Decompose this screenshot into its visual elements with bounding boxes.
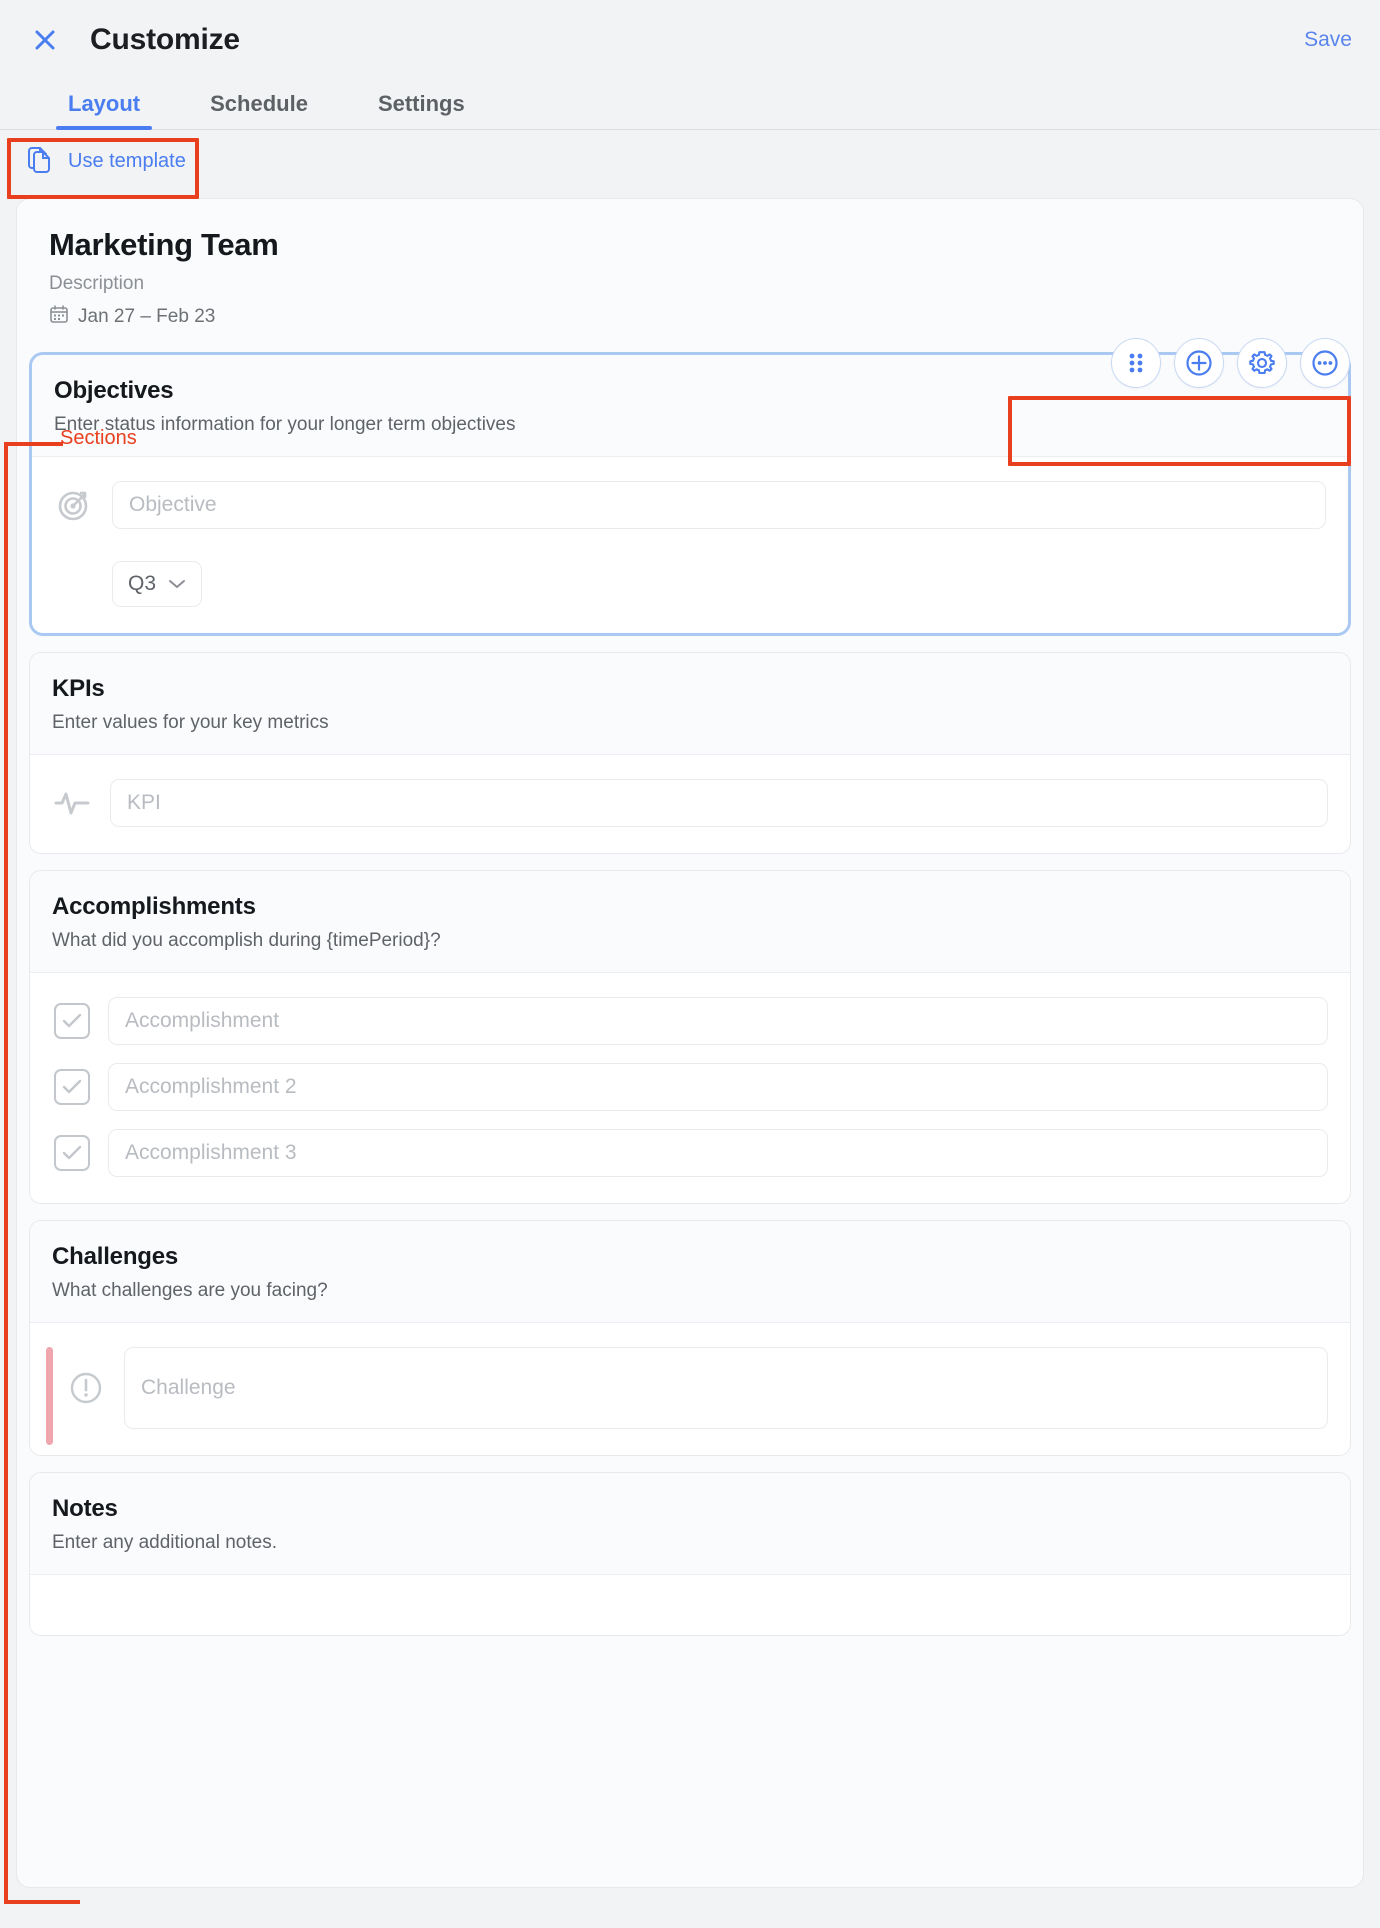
checkbox-icon[interactable] <box>54 1135 90 1171</box>
quarter-dropdown[interactable]: Q3 <box>112 561 203 607</box>
section-body <box>30 973 1350 1203</box>
accomplishment-row <box>52 997 1328 1045</box>
section-subtitle: Enter any additional notes. <box>52 1532 277 1553</box>
section-header: Challenges What challenges are you facin… <box>30 1221 1350 1323</box>
section-body: Q3 <box>32 457 1348 633</box>
section-notes[interactable]: Notes Enter any additional notes. <box>29 1472 1351 1636</box>
section-kpis[interactable]: KPIs Enter values for your key metrics <box>29 652 1351 854</box>
section-subtitle: Enter status information for your longer… <box>54 414 516 435</box>
save-button[interactable]: Save <box>1304 28 1352 52</box>
template-row: Use template <box>0 130 1380 192</box>
section-toolbar <box>1111 338 1350 388</box>
tab-schedule[interactable]: Schedule <box>204 91 314 129</box>
section-title: Accomplishments <box>52 893 256 920</box>
close-icon[interactable] <box>28 23 62 57</box>
tab-settings[interactable]: Settings <box>372 91 471 129</box>
section-header: Notes Enter any additional notes. <box>30 1473 1350 1575</box>
copy-document-icon <box>26 144 54 179</box>
objective-row <box>54 481 1326 529</box>
alert-circle-icon <box>66 1368 106 1408</box>
checkbox-icon[interactable] <box>54 1003 90 1039</box>
plus-circle-icon[interactable] <box>1174 338 1224 388</box>
tab-bar: Layout Schedule Settings <box>0 80 1380 130</box>
section-objectives[interactable]: Objectives Enter status information for … <box>29 352 1351 636</box>
ellipsis-icon[interactable] <box>1300 338 1350 388</box>
section-subtitle: What did you accomplish during {timePeri… <box>52 930 441 951</box>
date-range-row[interactable]: Jan 27 – Feb 23 <box>49 304 1331 330</box>
challenge-input[interactable] <box>124 1347 1328 1429</box>
team-title: Marketing Team <box>49 227 279 262</box>
accomplishment-row <box>52 1129 1328 1177</box>
section-subtitle: Enter values for your key metrics <box>52 712 329 733</box>
use-template-button[interactable]: Use template <box>20 138 192 185</box>
chevron-down-icon <box>168 572 186 596</box>
tab-layout[interactable]: Layout <box>55 91 153 130</box>
section-title: Challenges <box>52 1243 179 1270</box>
checkbox-icon[interactable] <box>54 1069 90 1105</box>
accomplishment-input-3[interactable] <box>108 1129 1328 1177</box>
kpi-row <box>52 779 1328 827</box>
gear-icon[interactable] <box>1237 338 1287 388</box>
team-description[interactable]: Description <box>49 273 1331 295</box>
section-title: KPIs <box>52 675 105 702</box>
kpi-input[interactable] <box>110 779 1328 827</box>
section-header: Accomplishments What did you accomplish … <box>30 871 1350 973</box>
drag-handle-icon[interactable] <box>1111 338 1161 388</box>
challenge-row <box>30 1347 1328 1429</box>
date-range-text: Jan 27 – Feb 23 <box>78 306 216 327</box>
report-card: Marketing Team Description Jan 27 – Feb … <box>16 198 1364 1888</box>
sections-list: Objectives Enter status information for … <box>17 352 1363 1636</box>
objective-input[interactable] <box>112 481 1326 529</box>
page-title: Customize <box>90 23 240 56</box>
quarter-value: Q3 <box>128 572 157 595</box>
section-accomplishments[interactable]: Accomplishments What did you accomplish … <box>29 870 1351 1204</box>
accomplishment-input-2[interactable] <box>108 1063 1328 1111</box>
calendar-icon <box>49 304 69 330</box>
section-header: KPIs Enter values for your key metrics <box>30 653 1350 755</box>
target-icon <box>54 485 94 525</box>
section-body <box>30 1575 1350 1635</box>
header: Customize Save <box>0 0 1380 80</box>
accomplishment-row <box>52 1063 1328 1111</box>
section-challenges[interactable]: Challenges What challenges are you facin… <box>29 1220 1351 1456</box>
activity-pulse-icon <box>52 783 92 823</box>
section-title: Notes <box>52 1495 118 1522</box>
use-template-label: Use template <box>68 149 186 172</box>
accomplishment-input-1[interactable] <box>108 997 1328 1045</box>
section-body <box>30 1323 1350 1455</box>
customize-panel: Customize Save Layout Schedule Settings … <box>0 0 1380 1928</box>
card-header: Marketing Team Description Jan 27 – Feb … <box>17 227 1363 330</box>
challenge-accent-bar <box>46 1347 53 1445</box>
section-subtitle: What challenges are you facing? <box>52 1280 328 1301</box>
section-body <box>30 755 1350 853</box>
